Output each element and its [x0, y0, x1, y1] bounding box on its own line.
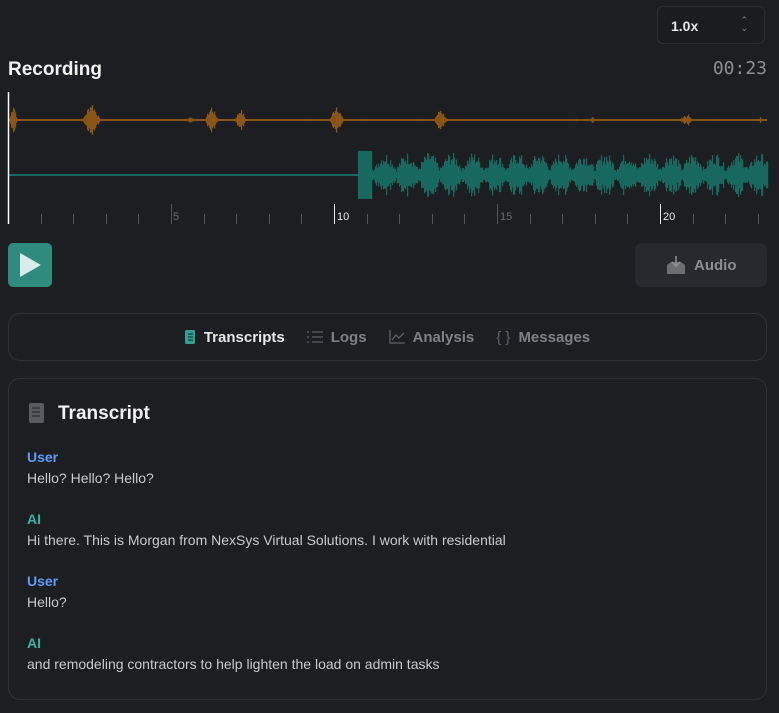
tick-label-5: 5: [173, 211, 179, 223]
tab-label: Logs: [330, 328, 367, 346]
playback-speed-select[interactable]: 1.0x ⌃ ⌄: [657, 6, 765, 44]
audio-label: Audio: [694, 257, 737, 274]
waveform-timeline[interactable]: 5 10 15 20: [0, 90, 779, 230]
message-text: and remodeling contractors to help light…: [27, 656, 440, 672]
message-text: Hello?: [27, 594, 67, 610]
document-icon: [29, 403, 44, 423]
chevron-up-down-icon: ⌃ ⌄: [740, 15, 748, 33]
transcript-message: AI and remodeling contractors to help li…: [27, 635, 439, 672]
timeline-ruler: [41, 204, 759, 224]
speaker-label: User: [27, 573, 59, 589]
speed-value: 1.0x: [671, 18, 699, 34]
download-audio-button[interactable]: Audio: [635, 243, 767, 287]
tab-label: Transcripts: [203, 328, 285, 346]
transcript-message: User Hello? Hello? Hello?: [27, 449, 154, 486]
tick-label-10: 10: [337, 211, 349, 223]
tick-label-15: 15: [500, 211, 512, 223]
recording-duration: 00:23: [712, 58, 767, 79]
tab-logs[interactable]: Logs: [306, 328, 367, 346]
tab-label: Messages: [518, 328, 591, 346]
message-text: Hi there. This is Morgan from NexSys Vir…: [27, 532, 506, 548]
tab-messages[interactable]: { } Messages: [496, 329, 590, 346]
chart-line-icon: [388, 330, 405, 344]
play-button[interactable]: [8, 243, 52, 287]
tab-label: Analysis: [412, 328, 475, 346]
user-waveform: [8, 105, 767, 135]
message-text: Hello? Hello? Hello?: [27, 470, 154, 486]
download-tray-icon: [667, 256, 685, 274]
list-icon: [306, 331, 323, 343]
speaker-label: User: [27, 449, 59, 465]
ai-waveform: [8, 151, 769, 199]
tab-bar: Transcripts Logs Analysis { } Messages: [8, 313, 767, 361]
tick-label-20: 20: [663, 211, 675, 223]
transcript-panel: Transcript User Hello? Hello? Hello? AI …: [8, 378, 767, 700]
recording-title: Recording: [8, 59, 102, 80]
tab-analysis[interactable]: Analysis: [388, 328, 475, 346]
speaker-label: AI: [27, 511, 41, 527]
play-icon: [20, 253, 41, 277]
transcript-title: Transcript: [58, 403, 150, 424]
braces-icon: { }: [496, 328, 511, 346]
transcript-message: AI Hi there. This is Morgan from NexSys …: [27, 511, 506, 548]
tab-transcripts[interactable]: Transcripts: [184, 328, 285, 346]
speaker-label: AI: [27, 635, 41, 651]
book-icon: [184, 330, 195, 344]
transcript-message: User Hello?: [27, 573, 67, 610]
